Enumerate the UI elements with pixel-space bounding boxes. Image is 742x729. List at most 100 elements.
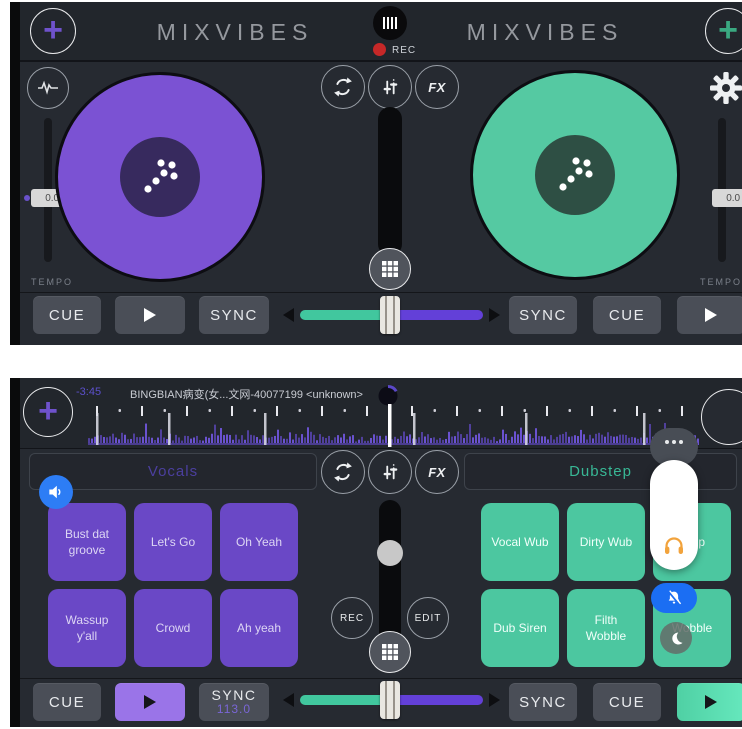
- waveform-view-button[interactable]: [27, 67, 69, 109]
- fader-handle[interactable]: [377, 540, 403, 566]
- load-track-left-button[interactable]: +: [30, 8, 76, 54]
- sample-rec-button[interactable]: REC: [331, 597, 373, 639]
- rec-label: REC: [340, 613, 364, 624]
- sample-pad[interactable]: Ah yeah: [220, 589, 298, 667]
- play-button-left[interactable]: [115, 683, 185, 721]
- sample-pad[interactable]: Vocal Wub: [481, 503, 559, 581]
- sample-bank-left[interactable]: Vocals: [29, 453, 317, 490]
- sample-pad[interactable]: Crowd: [134, 589, 212, 667]
- sample-edit-button[interactable]: EDIT: [407, 597, 449, 639]
- vibrate-mode-button[interactable]: [651, 583, 697, 613]
- deck-panel: + MIXVIBES REC MIXVIBES + 0.0 % TEMPO: [10, 2, 742, 345]
- left-letterbox: [10, 2, 20, 345]
- record-button[interactable]: [373, 43, 386, 56]
- crossfader-arrow-left: [283, 308, 294, 322]
- fx-button[interactable]: FX: [415, 65, 459, 109]
- pad-mode-button[interactable]: [369, 631, 411, 673]
- record-label: REC: [392, 45, 416, 56]
- plus-icon: +: [718, 13, 738, 47]
- crossfader-handle[interactable]: [380, 681, 400, 719]
- jog-hub-right: [535, 135, 615, 215]
- sampler-volume-fader[interactable]: [379, 500, 401, 652]
- sync-button-left[interactable]: SYNC 113.0: [199, 683, 269, 721]
- dj-app-screen: + MIXVIBES REC MIXVIBES + 0.0 % TEMPO: [0, 0, 742, 729]
- ellipsis-icon: [665, 440, 683, 444]
- crossdj-dots-logo: [547, 147, 603, 203]
- app-logo-right: MIXVIBES: [425, 19, 665, 46]
- crossfader-handle[interactable]: [380, 296, 400, 334]
- tempo-thumb-left[interactable]: [24, 195, 30, 201]
- loop-button[interactable]: [321, 65, 365, 109]
- mic-level-icon[interactable]: [373, 6, 407, 40]
- sample-pad[interactable]: Dirty Wub: [567, 503, 645, 581]
- divider: [10, 678, 742, 679]
- cue-button-right[interactable]: CUE: [593, 296, 661, 334]
- grid-icon: [382, 261, 398, 277]
- sampler-panel: + -3:45 BINGBIAN病变(女...文网-40077199 <unkn…: [10, 378, 742, 727]
- load-track-button[interactable]: +: [23, 387, 73, 437]
- play-icon: [143, 694, 157, 710]
- sample-pad[interactable]: Filth Wobble: [567, 589, 645, 667]
- moon-icon: [668, 630, 685, 647]
- plus-icon: +: [43, 13, 63, 47]
- cue-button-right[interactable]: CUE: [593, 683, 661, 721]
- waveform-icon: [36, 76, 60, 100]
- cue-button-left[interactable]: CUE: [33, 296, 101, 334]
- sample-pad[interactable]: Wassup y'all: [48, 589, 126, 667]
- tempo-label-right: TEMPO: [700, 277, 742, 287]
- jog-wheel-right[interactable]: [470, 70, 680, 280]
- tempo-label-left: TEMPO: [31, 277, 73, 287]
- play-button-right[interactable]: [677, 296, 742, 334]
- settings-button[interactable]: [710, 72, 742, 109]
- night-mode-button[interactable]: [660, 622, 692, 654]
- play-button-left[interactable]: [115, 296, 185, 334]
- sync-button-left[interactable]: SYNC: [199, 296, 269, 334]
- sync-label: SYNC: [212, 688, 257, 703]
- time-remaining: -3:45: [76, 386, 101, 398]
- edit-label: EDIT: [415, 613, 442, 624]
- fx-button[interactable]: FX: [415, 450, 459, 494]
- crossfader-arrow-left: [283, 693, 294, 707]
- faders-icon: [379, 76, 401, 98]
- track-title: BINGBIAN病变(女...文网-40077199 <unknown>: [130, 386, 363, 402]
- mixer-button[interactable]: [368, 65, 412, 109]
- system-volume-button[interactable]: [39, 475, 73, 509]
- speaker-icon: [46, 482, 66, 502]
- sample-pad[interactable]: Bust dat groove: [48, 503, 126, 581]
- jog-wheel-left[interactable]: [55, 72, 265, 282]
- pad-mode-button[interactable]: [369, 248, 411, 290]
- loop-icon: [330, 459, 356, 485]
- loop-icon: [330, 74, 356, 100]
- tempo-value-right: 0.0 %: [712, 189, 742, 207]
- play-icon: [704, 694, 718, 710]
- sync-button-right[interactable]: SYNC: [509, 296, 577, 334]
- left-letterbox: [10, 378, 20, 727]
- gear-icon: [710, 72, 742, 104]
- plus-icon: +: [38, 394, 58, 428]
- fx-label: FX: [428, 465, 446, 480]
- app-logo-left: MIXVIBES: [115, 19, 355, 46]
- loop-button[interactable]: [321, 450, 365, 494]
- sample-pad[interactable]: Let's Go: [134, 503, 212, 581]
- sync-bpm: 113.0: [217, 703, 251, 716]
- channel-fader[interactable]: [378, 107, 402, 256]
- play-icon: [143, 307, 157, 323]
- crossdj-dots-logo: [132, 149, 188, 205]
- crossfader-arrow-right: [489, 693, 500, 707]
- volume-overlay-slider[interactable]: [650, 460, 698, 570]
- track-waveform-scrubber[interactable]: [88, 404, 742, 447]
- grid-icon: [382, 644, 398, 660]
- play-button-right[interactable]: [677, 683, 742, 721]
- sample-pad[interactable]: Oh Yeah: [220, 503, 298, 581]
- jog-hub-left: [120, 137, 200, 217]
- fx-label: FX: [428, 80, 446, 95]
- sync-button-right[interactable]: SYNC: [509, 683, 577, 721]
- cue-button-left[interactable]: CUE: [33, 683, 101, 721]
- divider: [10, 292, 742, 293]
- bell-slash-icon: [665, 589, 683, 607]
- mixer-button[interactable]: [368, 450, 412, 494]
- headphones-icon: [662, 534, 686, 556]
- crossfader-arrow-right: [489, 308, 500, 322]
- faders-icon: [379, 461, 401, 483]
- sample-pad[interactable]: Dub Siren: [481, 589, 559, 667]
